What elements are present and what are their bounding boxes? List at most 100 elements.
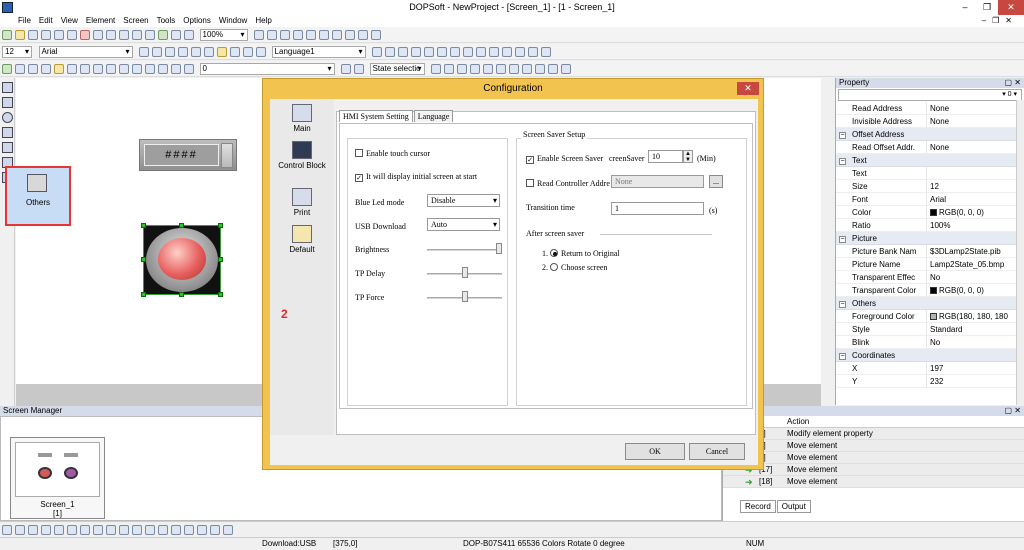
tp-delay-slider[interactable] [462,267,468,278]
property-value[interactable]: RGB(0, 0, 0) [927,206,1024,218]
align-objects-top-icon[interactable] [424,47,435,57]
layout-9-icon[interactable] [106,525,116,535]
font-color-icon[interactable] [217,47,228,57]
menu-options[interactable]: Options [183,15,211,27]
tp-force-slider[interactable] [462,291,468,302]
resize-handle-e[interactable] [218,257,223,262]
download-icon[interactable] [145,30,155,40]
refresh-icon[interactable] [319,30,330,40]
property-value[interactable]: None [927,115,1024,127]
align-objects-center-icon[interactable] [398,47,409,57]
property-row[interactable]: Ratio 100% [836,219,1024,232]
menu-tools[interactable]: Tools [157,15,176,27]
align-right-icon[interactable] [165,47,176,57]
read-controller-address-input[interactable]: None [611,175,704,188]
align-middle-icon[interactable] [191,47,202,57]
record-row[interactable]: 4]Modify element property [723,428,1024,440]
state-next-icon[interactable] [444,64,455,74]
nav-control-block[interactable]: Control Block [270,141,334,170]
text-icon[interactable] [2,142,13,153]
menu-edit[interactable]: Edit [39,15,53,27]
align-left-icon[interactable] [139,47,150,57]
calendar-element-icon[interactable] [184,64,194,74]
undo-icon[interactable] [54,30,64,40]
property-value[interactable]: 12 [927,180,1024,192]
cut-icon[interactable] [80,30,90,40]
property-row[interactable]: Foreground Color RGB(180, 180, 180 [836,310,1024,323]
collapse-icon[interactable]: − [839,353,846,360]
choose-screen-radio[interactable]: 2. Choose screen [542,263,607,272]
return-to-original-radio[interactable]: 1. Return to Original [542,249,620,258]
read-controller-checkbox[interactable]: Read Controller Addre [526,179,610,188]
button-element-icon[interactable] [2,64,12,74]
record-row[interactable]: ➜ [18] Move element [723,476,1024,488]
pipe-element-icon[interactable] [41,64,51,74]
menu-screen[interactable]: Screen [123,15,148,27]
property-value[interactable]: None [927,141,1024,153]
bring-front-icon[interactable] [528,47,539,57]
layout-11-icon[interactable] [132,525,142,535]
rotate-left-icon[interactable] [293,30,304,40]
property-row[interactable]: Invisible Address None [836,115,1024,128]
paste-icon[interactable] [106,30,116,40]
align-objects-bottom-icon[interactable] [450,47,461,57]
state-last-icon[interactable] [354,64,365,74]
layout-3-icon[interactable] [28,525,38,535]
align-objects-middle-icon[interactable] [437,47,448,57]
resize-handle-sw[interactable] [141,292,146,297]
font-name-combo[interactable]: Arial [38,46,133,58]
flip-h-icon[interactable] [509,64,520,74]
property-value[interactable]: 100% [927,219,1024,231]
preview-icon[interactable] [548,64,559,74]
property-row[interactable]: Blink No [836,336,1024,349]
property-row[interactable]: Size 12 [836,180,1024,193]
layout-10-icon[interactable] [119,525,129,535]
grid-icon[interactable] [332,30,343,40]
property-row[interactable]: Read Address None [836,102,1024,115]
tab-record[interactable]: Record [740,500,776,513]
collapse-icon[interactable]: − [839,236,846,243]
screen-saver-minutes-input[interactable]: 10 [648,150,683,163]
ungroup-icon[interactable] [470,64,481,74]
settings-icon[interactable] [561,64,572,74]
property-category[interactable]: − Coordinates [836,349,1024,362]
property-category[interactable]: − Picture [836,232,1024,245]
property-row[interactable]: Text [836,167,1024,180]
collapse-icon[interactable]: − [839,132,846,139]
property-value[interactable]: $3DLamp2State.pib [927,245,1024,257]
table-icon[interactable] [371,30,382,40]
pen-icon[interactable] [2,82,13,93]
align-objects-right-icon[interactable] [411,47,422,57]
property-value[interactable]: None [927,102,1024,114]
property-row[interactable]: Read Offset Addr. None [836,141,1024,154]
property-scrollbar[interactable] [1016,100,1024,405]
bold-icon[interactable] [230,47,241,57]
layout-8-icon[interactable] [93,525,103,535]
state-selection-combo[interactable]: State selectio [369,63,425,75]
flip-v-icon[interactable] [522,64,533,74]
property-row[interactable]: X 197 [836,362,1024,375]
state-value-combo[interactable]: 0 [199,63,335,75]
unlock-icon[interactable] [496,64,507,74]
menu-view[interactable]: View [61,15,78,27]
save-icon[interactable] [28,30,38,40]
numeric-display-element[interactable]: #### [139,139,237,171]
property-category[interactable]: − Others [836,297,1024,310]
enable-touch-cursor-checkbox[interactable]: Enable touch cursor [355,149,430,158]
property-object-combo[interactable] [838,89,1022,101]
nav-others[interactable]: Others [5,166,71,226]
menu-help[interactable]: Help [255,15,271,27]
property-category[interactable]: − Offset Address [836,128,1024,141]
record-row[interactable]: ➜ [17] Move element [723,464,1024,476]
property-value[interactable]: Standard [927,323,1024,335]
mdi-close-button[interactable]: ✕ [1005,15,1012,27]
property-value[interactable]: No [927,336,1024,348]
layout-17-icon[interactable] [210,525,220,535]
align-center-icon[interactable] [152,47,163,57]
font-size-combo[interactable]: 12 [2,46,32,58]
layout-14-icon[interactable] [171,525,181,535]
property-value[interactable] [927,167,1024,179]
property-row[interactable]: Y 232 [836,375,1024,388]
graph-element-icon[interactable] [67,64,77,74]
nav-default[interactable]: Default [270,225,334,254]
